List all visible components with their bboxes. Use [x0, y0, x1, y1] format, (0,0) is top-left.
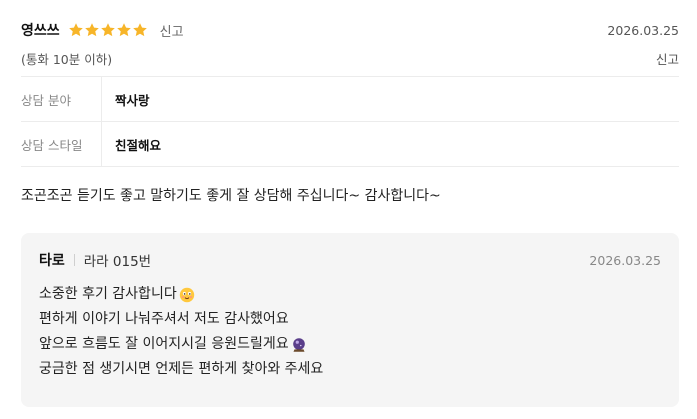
reviewer-name: 영쓰쓰	[21, 23, 60, 39]
star-icon	[116, 23, 131, 37]
info-value: 짝사랑	[115, 92, 150, 108]
report-button-right[interactable]: 신고	[656, 49, 679, 68]
info-label: 상담 분야	[21, 77, 102, 121]
reply-line-text: 편하게 이야기 나눠주셔서 저도 감사했어요	[39, 311, 289, 327]
call-duration: (통화 10분 이하)	[21, 51, 113, 67]
reply-line-text: 앞으로 흐름도 잘 이어지시길 응원드릴게요	[39, 336, 289, 352]
review-subheader: (통화 10분 이하) 신고	[21, 48, 679, 68]
reply-line: 소중한 후기 감사합니다	[39, 282, 323, 307]
reply-date: 2026.03.25	[589, 252, 661, 268]
reply-line: 앞으로 흐름도 잘 이어지시길 응원드릴게요	[39, 332, 323, 357]
reply-counselor-name: 타로	[39, 253, 65, 269]
star-icon	[132, 23, 147, 37]
reply-line-text: 궁금한 점 생기시면 언제든 편하게 찾아와 주세요	[39, 361, 324, 377]
info-value: 친절해요	[115, 137, 162, 153]
reply-body: 소중한 후기 감사합니다 편하게 이야기 나눠주셔서 저도 감사했어요 앞으로 …	[39, 282, 323, 382]
info-row-style: 상담 스타일 친절해요	[21, 122, 679, 166]
counselor-reply: 타로 라라 015번 2026.03.25 소중한 후기 감사합니다 편하게 이…	[21, 233, 679, 407]
star-rating	[68, 22, 148, 38]
info-row-field: 상담 분야 짝사랑	[21, 77, 679, 121]
review-card: 영쓰쓰 신고 2026.03.25 (통화 10분 이하) 신고 상담 분야 짝…	[0, 0, 697, 419]
review-text: 조곤조곤 듣기도 좋고 말하기도 좋게 잘 상담해 주십니다~ 감사합니다~	[21, 188, 441, 204]
reply-header: 타로 라라 015번 2026.03.25	[39, 249, 661, 271]
divider	[21, 166, 679, 167]
star-icon	[68, 23, 83, 37]
smiling-face-icon	[179, 287, 194, 302]
separator	[73, 254, 75, 266]
star-icon	[84, 23, 99, 37]
info-label: 상담 스타일	[21, 122, 102, 166]
report-button[interactable]: 신고	[160, 21, 184, 40]
star-icon	[100, 23, 115, 37]
reply-line: 편하게 이야기 나눠주셔서 저도 감사했어요	[39, 307, 323, 332]
reply-counselor-code: 라라 015번	[83, 254, 152, 270]
reply-line-text: 소중한 후기 감사합니다	[39, 286, 177, 302]
review-date: 2026.03.25	[607, 22, 679, 38]
crystal-ball-icon	[292, 337, 305, 352]
reply-line: 궁금한 점 생기시면 언제든 편하게 찾아와 주세요	[39, 357, 323, 382]
review-header: 영쓰쓰 신고 2026.03.25	[21, 19, 679, 41]
